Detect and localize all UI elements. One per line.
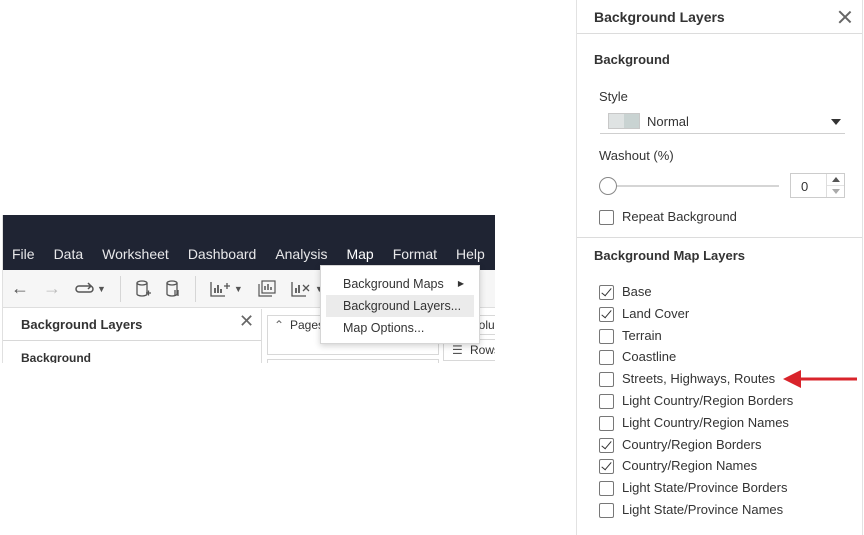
menu-bar: File Data Worksheet Dashboard Analysis M… bbox=[3, 215, 495, 270]
clear-sheet-icon[interactable]: ▼ bbox=[291, 280, 324, 298]
left-panel-title: Background Layers bbox=[21, 317, 143, 332]
layer-checkbox[interactable] bbox=[599, 481, 614, 497]
washout-value: 0 bbox=[801, 179, 809, 194]
toolbar-separator bbox=[194, 275, 196, 302]
menu-help[interactable]: Help bbox=[456, 246, 485, 262]
chevron-up-icon[interactable]: ⌃ bbox=[274, 318, 284, 332]
background-layers-panel: Background Layers Background Style Norma… bbox=[576, 0, 863, 535]
caret-down-icon[interactable]: ▼ bbox=[97, 284, 106, 294]
forward-arrow-icon[interactable]: → bbox=[43, 278, 61, 299]
washout-label: Washout (%) bbox=[599, 148, 674, 163]
style-label: Style bbox=[599, 89, 628, 104]
new-worksheet-icon[interactable]: ▼ bbox=[210, 280, 243, 298]
layer-checkbox[interactable] bbox=[599, 437, 614, 453]
layer-checkbox[interactable] bbox=[599, 350, 614, 366]
submenu-arrow-icon: ▶ bbox=[457, 279, 464, 288]
panel-title: Background Layers bbox=[594, 9, 725, 25]
divider bbox=[3, 340, 261, 341]
layer-label: Land Cover bbox=[622, 305, 690, 321]
stepper-down-icon[interactable] bbox=[832, 189, 840, 194]
repeat-background-label: Repeat Background bbox=[622, 209, 737, 224]
rows-icon: ☰ bbox=[452, 343, 463, 357]
new-datasource-icon[interactable] bbox=[135, 279, 151, 299]
panel-header: Background Layers bbox=[577, 0, 862, 34]
layer-checkbox[interactable] bbox=[599, 394, 614, 409]
menu-file[interactable]: File bbox=[12, 246, 35, 262]
layer-label: Streets, Highways, Routes bbox=[622, 371, 776, 387]
close-icon[interactable] bbox=[835, 7, 855, 27]
close-icon[interactable]: ✕ bbox=[239, 311, 254, 332]
pages-shelf-label: Pages bbox=[290, 318, 325, 332]
menu-data[interactable]: Data bbox=[54, 246, 84, 262]
layer-label: Country/Region Names bbox=[622, 458, 758, 474]
layer-checkbox[interactable] bbox=[599, 306, 614, 322]
washout-slider-track[interactable] bbox=[615, 185, 779, 187]
layer-checkbox[interactable] bbox=[599, 328, 614, 344]
washout-number-input[interactable]: 0 bbox=[790, 173, 845, 198]
menu-format[interactable]: Format bbox=[393, 246, 437, 262]
menu-item-background-maps[interactable]: Background Maps ▶ bbox=[326, 273, 474, 295]
layer-label: Base bbox=[622, 284, 652, 299]
map-menu-dropdown: Background Maps ▶ Background Layers... M… bbox=[320, 265, 480, 344]
menu-item-background-layers[interactable]: Background Layers... bbox=[326, 295, 474, 317]
menu-analysis[interactable]: Analysis bbox=[275, 246, 327, 262]
redo-loop-icon[interactable]: ▼ bbox=[75, 281, 106, 296]
left-background-layers-panel: Background Layers ✕ Background bbox=[3, 309, 262, 363]
menu-dashboard[interactable]: Dashboard bbox=[188, 246, 257, 262]
layer-checkbox[interactable] bbox=[599, 459, 614, 475]
background-section-title: Background bbox=[594, 52, 670, 67]
map-layers-section-title: Background Map Layers bbox=[594, 248, 745, 263]
washout-slider-thumb[interactable] bbox=[599, 177, 617, 195]
style-value: Normal bbox=[647, 114, 689, 129]
layer-checkbox[interactable] bbox=[599, 372, 614, 388]
left-panel-subtitle: Background bbox=[21, 351, 92, 363]
pause-updates-icon[interactable] bbox=[165, 279, 181, 299]
chevron-down-icon bbox=[831, 119, 841, 125]
filters-shelf[interactable] bbox=[267, 359, 439, 363]
washout-stepper[interactable] bbox=[826, 174, 844, 197]
repeat-background-checkbox[interactable] bbox=[599, 210, 614, 225]
layer-label: Light Country/Region Borders bbox=[622, 393, 794, 408]
stepper-up-icon[interactable] bbox=[832, 177, 840, 182]
layer-label: Light State/Province Borders bbox=[622, 480, 788, 496]
layer-checkbox[interactable] bbox=[599, 285, 614, 300]
red-arrow-annotation bbox=[783, 370, 857, 388]
divider bbox=[577, 237, 862, 238]
layer-label: Light State/Province Names bbox=[622, 502, 784, 517]
rows-shelf-label: Rows bbox=[470, 343, 495, 357]
menu-worksheet[interactable]: Worksheet bbox=[102, 246, 169, 262]
duplicate-sheet-icon[interactable] bbox=[257, 279, 277, 298]
back-arrow-icon[interactable]: ← bbox=[11, 278, 29, 299]
layer-label: Terrain bbox=[622, 327, 662, 343]
toolbar-separator bbox=[119, 275, 121, 302]
menu-map[interactable]: Map bbox=[346, 246, 373, 262]
layer-label: Country/Region Borders bbox=[622, 436, 762, 452]
layer-checkbox[interactable] bbox=[599, 415, 614, 431]
menu-item-map-options[interactable]: Map Options... bbox=[326, 317, 474, 339]
layer-label: Coastline bbox=[622, 349, 677, 365]
style-select[interactable]: Normal bbox=[600, 110, 845, 134]
layer-label: Light Country/Region Names bbox=[622, 414, 789, 430]
style-swatch bbox=[608, 113, 640, 129]
layer-checkbox[interactable] bbox=[599, 503, 614, 518]
